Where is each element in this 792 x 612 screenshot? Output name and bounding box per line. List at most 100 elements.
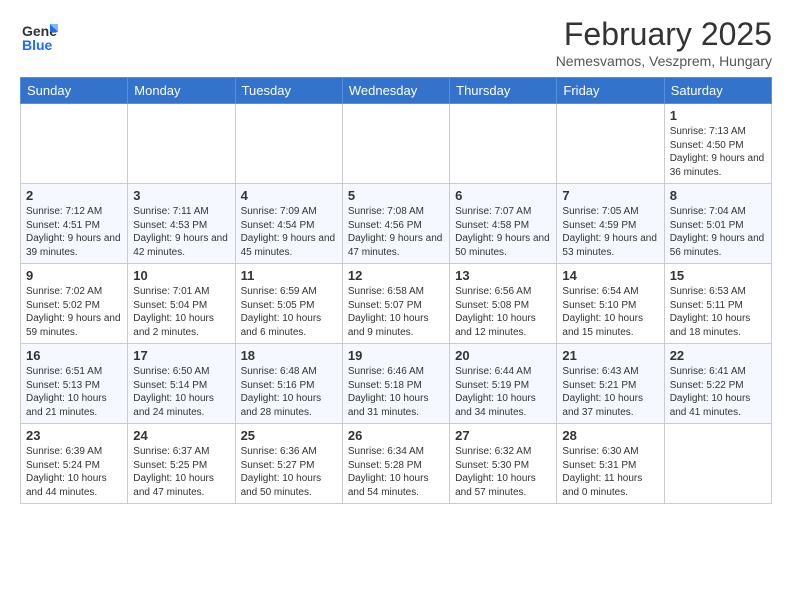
day-number: 4: [241, 188, 337, 203]
day-number: 23: [26, 428, 122, 443]
day-info: Sunrise: 6:32 AM Sunset: 5:30 PM Dayligh…: [455, 445, 551, 499]
calendar-cell: 19 Sunrise: 6:46 AM Sunset: 5:18 PM Dayli…: [342, 344, 449, 424]
day-info: Sunrise: 7:13 AM Sunset: 4:50 PM Dayligh…: [670, 125, 766, 179]
calendar-cell: [557, 104, 664, 184]
calendar-cell: 16 Sunrise: 6:51 AM Sunset: 5:13 PM Dayli…: [21, 344, 128, 424]
day-info: Sunrise: 6:53 AM Sunset: 5:11 PM Dayligh…: [670, 285, 766, 339]
logo-icon: General Blue: [20, 16, 58, 54]
calendar-cell: 28 Sunrise: 6:30 AM Sunset: 5:31 PM Dayli…: [557, 424, 664, 504]
calendar-week-row: 16 Sunrise: 6:51 AM Sunset: 5:13 PM Dayli…: [21, 344, 772, 424]
day-info: Sunrise: 6:34 AM Sunset: 5:28 PM Dayligh…: [348, 445, 444, 499]
day-number: 14: [562, 268, 658, 283]
day-number: 16: [26, 348, 122, 363]
calendar-table: Sunday Monday Tuesday Wednesday Thursday…: [20, 77, 772, 504]
calendar-cell: 18 Sunrise: 6:48 AM Sunset: 5:16 PM Dayli…: [235, 344, 342, 424]
calendar-cell: [342, 104, 449, 184]
day-info: Sunrise: 6:58 AM Sunset: 5:07 PM Dayligh…: [348, 285, 444, 339]
month-title: February 2025: [556, 16, 772, 53]
day-number: 18: [241, 348, 337, 363]
day-info: Sunrise: 6:30 AM Sunset: 5:31 PM Dayligh…: [562, 445, 658, 499]
calendar-cell: 3 Sunrise: 7:11 AM Sunset: 4:53 PM Daylig…: [128, 184, 235, 264]
day-number: 25: [241, 428, 337, 443]
day-info: Sunrise: 6:50 AM Sunset: 5:14 PM Dayligh…: [133, 365, 229, 419]
day-number: 28: [562, 428, 658, 443]
day-info: Sunrise: 7:02 AM Sunset: 5:02 PM Dayligh…: [26, 285, 122, 339]
header-thursday: Thursday: [450, 78, 557, 104]
calendar-cell: [21, 104, 128, 184]
calendar-cell: 23 Sunrise: 6:39 AM Sunset: 5:24 PM Dayli…: [21, 424, 128, 504]
calendar-cell: 9 Sunrise: 7:02 AM Sunset: 5:02 PM Daylig…: [21, 264, 128, 344]
header-monday: Monday: [128, 78, 235, 104]
header-sunday: Sunday: [21, 78, 128, 104]
calendar-cell: [664, 424, 771, 504]
page-container: General Blue February 2025 Nemesvamos, V…: [0, 0, 792, 520]
svg-text:Blue: Blue: [22, 37, 53, 53]
calendar-cell: 4 Sunrise: 7:09 AM Sunset: 4:54 PM Daylig…: [235, 184, 342, 264]
calendar-cell: 5 Sunrise: 7:08 AM Sunset: 4:56 PM Daylig…: [342, 184, 449, 264]
day-number: 26: [348, 428, 444, 443]
day-number: 5: [348, 188, 444, 203]
day-info: Sunrise: 6:41 AM Sunset: 5:22 PM Dayligh…: [670, 365, 766, 419]
calendar-cell: 13Sunrise: 6:56 AM Sunset: 5:08 PM Dayli…: [450, 264, 557, 344]
day-number: 10: [133, 268, 229, 283]
day-info: Sunrise: 7:11 AM Sunset: 4:53 PM Dayligh…: [133, 205, 229, 259]
calendar-cell: 7Sunrise: 7:05 AM Sunset: 4:59 PM Daylig…: [557, 184, 664, 264]
day-number: 15: [670, 268, 766, 283]
calendar-body: 1 Sunrise: 7:13 AM Sunset: 4:50 PM Daylig…: [21, 104, 772, 504]
calendar-cell: [235, 104, 342, 184]
header-saturday: Saturday: [664, 78, 771, 104]
calendar-cell: 11 Sunrise: 6:59 AM Sunset: 5:05 PM Dayli…: [235, 264, 342, 344]
header-wednesday: Wednesday: [342, 78, 449, 104]
day-info: Sunrise: 7:04 AM Sunset: 5:01 PM Dayligh…: [670, 205, 766, 259]
day-number: 6: [455, 188, 551, 203]
day-info: Sunrise: 6:44 AM Sunset: 5:19 PM Dayligh…: [455, 365, 551, 419]
calendar-cell: 20 Sunrise: 6:44 AM Sunset: 5:19 PM Dayli…: [450, 344, 557, 424]
title-block: February 2025 Nemesvamos, Veszprem, Hung…: [556, 16, 772, 69]
calendar-cell: 21Sunrise: 6:43 AM Sunset: 5:21 PM Dayli…: [557, 344, 664, 424]
calendar-cell: [128, 104, 235, 184]
day-number: 27: [455, 428, 551, 443]
day-number: 19: [348, 348, 444, 363]
header-friday: Friday: [557, 78, 664, 104]
day-number: 1: [670, 108, 766, 123]
day-info: Sunrise: 6:46 AM Sunset: 5:18 PM Dayligh…: [348, 365, 444, 419]
calendar-cell: 27 Sunrise: 6:32 AM Sunset: 5:30 PM Dayli…: [450, 424, 557, 504]
day-number: 17: [133, 348, 229, 363]
calendar-cell: 8Sunrise: 7:04 AM Sunset: 5:01 PM Daylig…: [664, 184, 771, 264]
calendar-cell: 15 Sunrise: 6:53 AM Sunset: 5:11 PM Dayli…: [664, 264, 771, 344]
day-number: 24: [133, 428, 229, 443]
calendar-cell: 12 Sunrise: 6:58 AM Sunset: 5:07 PM Dayli…: [342, 264, 449, 344]
day-info: Sunrise: 7:07 AM Sunset: 4:58 PM Dayligh…: [455, 205, 551, 259]
day-number: 2: [26, 188, 122, 203]
calendar-cell: 22 Sunrise: 6:41 AM Sunset: 5:22 PM Dayli…: [664, 344, 771, 424]
day-number: 9: [26, 268, 122, 283]
day-info: Sunrise: 6:51 AM Sunset: 5:13 PM Dayligh…: [26, 365, 122, 419]
day-number: 20: [455, 348, 551, 363]
header-tuesday: Tuesday: [235, 78, 342, 104]
day-number: 11: [241, 268, 337, 283]
day-info: Sunrise: 6:59 AM Sunset: 5:05 PM Dayligh…: [241, 285, 337, 339]
day-info: Sunrise: 6:39 AM Sunset: 5:24 PM Dayligh…: [26, 445, 122, 499]
day-info: Sunrise: 7:01 AM Sunset: 5:04 PM Dayligh…: [133, 285, 229, 339]
day-number: 22: [670, 348, 766, 363]
day-info: Sunrise: 7:09 AM Sunset: 4:54 PM Dayligh…: [241, 205, 337, 259]
calendar-week-row: 2Sunrise: 7:12 AM Sunset: 4:51 PM Daylig…: [21, 184, 772, 264]
calendar-cell: 17 Sunrise: 6:50 AM Sunset: 5:14 PM Dayli…: [128, 344, 235, 424]
day-number: 12: [348, 268, 444, 283]
calendar-cell: 6 Sunrise: 7:07 AM Sunset: 4:58 PM Daylig…: [450, 184, 557, 264]
day-info: Sunrise: 6:54 AM Sunset: 5:10 PM Dayligh…: [562, 285, 658, 339]
days-header-row: Sunday Monday Tuesday Wednesday Thursday…: [21, 78, 772, 104]
day-info: Sunrise: 6:37 AM Sunset: 5:25 PM Dayligh…: [133, 445, 229, 499]
calendar-cell: 26 Sunrise: 6:34 AM Sunset: 5:28 PM Dayli…: [342, 424, 449, 504]
day-info: Sunrise: 7:08 AM Sunset: 4:56 PM Dayligh…: [348, 205, 444, 259]
day-number: 3: [133, 188, 229, 203]
logo: General Blue: [20, 16, 58, 54]
day-number: 13: [455, 268, 551, 283]
day-info: Sunrise: 6:43 AM Sunset: 5:21 PM Dayligh…: [562, 365, 658, 419]
location: Nemesvamos, Veszprem, Hungary: [556, 53, 772, 69]
day-info: Sunrise: 6:48 AM Sunset: 5:16 PM Dayligh…: [241, 365, 337, 419]
day-number: 7: [562, 188, 658, 203]
day-info: Sunrise: 6:36 AM Sunset: 5:27 PM Dayligh…: [241, 445, 337, 499]
calendar-cell: 10 Sunrise: 7:01 AM Sunset: 5:04 PM Dayli…: [128, 264, 235, 344]
calendar-cell: 25 Sunrise: 6:36 AM Sunset: 5:27 PM Dayli…: [235, 424, 342, 504]
